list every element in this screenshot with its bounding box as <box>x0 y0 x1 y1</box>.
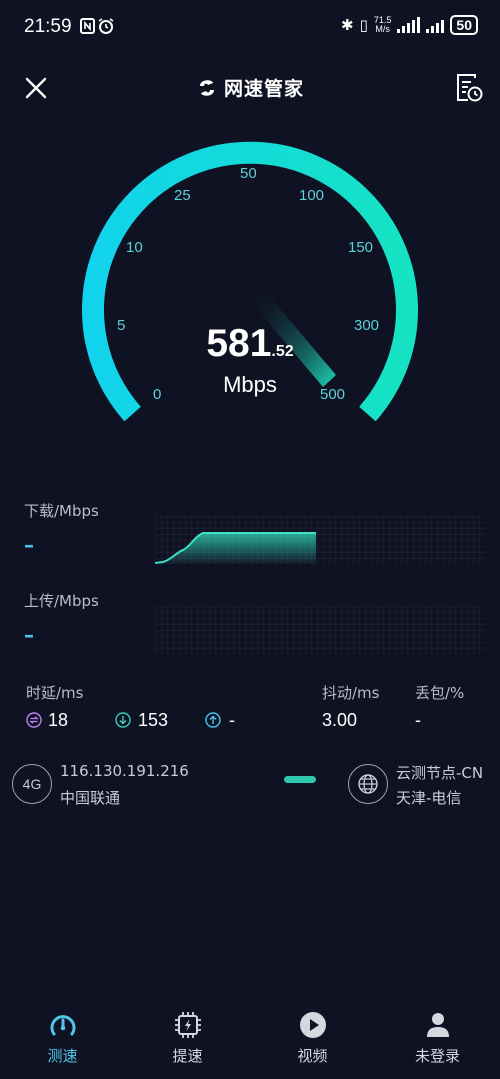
speedometer-icon <box>50 1015 75 1036</box>
app-logo-icon <box>200 79 214 96</box>
notification-icons <box>80 17 120 39</box>
tick-label: 100 <box>299 187 325 204</box>
server-name[interactable]: 云测节点-CN <box>396 762 483 783</box>
idle-latency-value: 18 <box>48 710 69 730</box>
download-value: – <box>24 533 34 557</box>
speed-unit: Mbps <box>223 372 277 397</box>
nfc-alarm-icon <box>80 18 114 34</box>
history-report-icon[interactable] <box>454 72 484 104</box>
jitter-value: 3.00 <box>322 710 358 730</box>
connection-indicator <box>284 776 316 783</box>
page-title: 网速管家 <box>224 78 305 100</box>
client-isp: 中国联通 <box>60 789 121 807</box>
vibrate-icon: ▯ <box>359 16 368 34</box>
play-icon <box>299 1012 326 1038</box>
app-title: 网速管家 <box>196 74 304 101</box>
status-bar: 21:59 ✱ ▯ 71.5 M/s 50 <box>0 0 500 56</box>
bottom-nav: 测速 提速 视频 未登录 <box>0 1010 500 1079</box>
upload-value: – <box>24 623 34 647</box>
download-graph <box>155 516 485 564</box>
latency-label: 时延/ms <box>26 684 84 702</box>
tick-label: 25 <box>174 187 191 204</box>
packet-loss-value: - <box>415 710 421 730</box>
tick-label: 50 <box>240 165 257 182</box>
nav-label: 视频 <box>297 1047 328 1065</box>
nav-label: 提速 <box>172 1047 203 1065</box>
download-label: 下载/Mbps <box>24 502 99 520</box>
user-icon <box>426 1013 449 1037</box>
signal-2-icon <box>426 17 445 33</box>
tick-label: 150 <box>348 239 374 256</box>
speed-readout: 581.52 <box>0 322 500 366</box>
tick-label: 10 <box>126 239 143 256</box>
upload-latency-value: - <box>229 710 235 730</box>
download-latency-value: 153 <box>138 710 169 730</box>
nav-label: 未登录 <box>414 1047 460 1065</box>
battery-indicator: 50 <box>450 15 478 35</box>
app-header: 网速管家 <box>0 62 500 114</box>
nav-item-login[interactable]: 未登录 <box>375 1010 500 1079</box>
jitter-label: 抖动/ms <box>322 684 380 702</box>
download-latency-icon <box>115 712 131 728</box>
upload-latency-icon <box>205 712 221 728</box>
network-speed: 71.5 M/s <box>373 15 392 34</box>
network-type-badge: 4G <box>12 764 52 804</box>
idle-latency-icon <box>26 712 42 728</box>
upload-graph <box>155 606 485 654</box>
signal-1-icon <box>397 17 421 33</box>
nav-label: 测速 <box>47 1047 78 1065</box>
chip-boost-icon <box>174 1012 201 1038</box>
status-time: 21:59 <box>24 16 72 37</box>
speed-decimal: .52 <box>271 343 294 360</box>
close-icon[interactable] <box>22 74 50 102</box>
packet-loss-label: 丢包/% <box>415 684 465 702</box>
nav-item-video[interactable]: 视频 <box>250 1010 375 1079</box>
globe-icon[interactable] <box>348 764 388 804</box>
upload-label: 上传/Mbps <box>24 592 99 610</box>
nav-item-speedtest[interactable]: 测速 <box>0 1010 125 1079</box>
speed-value: 581 <box>206 322 272 365</box>
bluetooth-icon: ✱ <box>341 16 354 34</box>
nav-item-boost[interactable]: 提速 <box>125 1010 250 1079</box>
server-location: 天津-电信 <box>396 789 462 807</box>
client-ip: 116.130.191.216 <box>60 762 189 780</box>
